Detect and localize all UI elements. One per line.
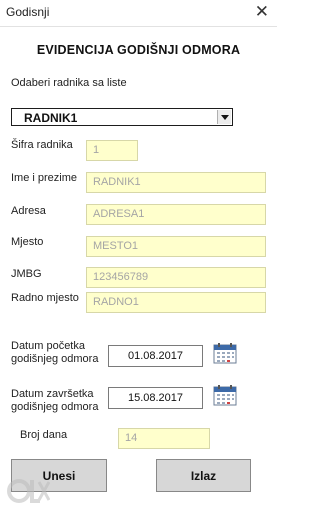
start-date-label-line1: Datum početka: [11, 340, 85, 352]
jmbg-label: JMBG: [11, 268, 42, 280]
ime-label: Ime i prezime: [11, 172, 78, 184]
chevron-down-icon[interactable]: [217, 110, 231, 124]
start-date-label: Datum početka godišnjeg odmora: [11, 340, 98, 366]
window-title: Godisnji: [6, 5, 50, 19]
end-date-label-line2: godišnjeg odmora: [11, 401, 99, 413]
close-icon[interactable]: ✕: [255, 2, 269, 22]
mjesto-field[interactable]: MESTO1: [86, 236, 266, 257]
days-field[interactable]: 14: [118, 428, 210, 449]
exit-button[interactable]: Izlaz: [156, 459, 251, 492]
watermark-logo: [7, 479, 50, 503]
end-date-label-line1: Datum završetka: [11, 388, 94, 400]
mjesto-label: Mjesto: [11, 236, 44, 248]
sifra-field[interactable]: 1: [86, 140, 138, 161]
start-date-input[interactable]: 01.08.2017: [108, 345, 203, 367]
jmbg-field[interactable]: 123456789: [86, 267, 266, 288]
ime-field[interactable]: RADNIK1: [86, 172, 266, 193]
radno-mjesto-label: Radno mjesto: [11, 292, 79, 304]
calendar-icon[interactable]: [213, 384, 237, 406]
days-label: Broj dana: [20, 429, 68, 441]
radno-mjesto-field[interactable]: RADNO1: [86, 292, 266, 313]
title-bar: Godisnji ✕: [0, 0, 277, 27]
form-heading: EVIDENCIJA GODIŠNJI ODMORA: [36, 43, 241, 57]
end-date-input[interactable]: 15.08.2017: [108, 387, 203, 409]
employee-select-value: RADNIK1: [24, 111, 78, 125]
select-prompt-label: Odaberi radnika sa liste: [11, 77, 127, 89]
employee-select[interactable]: RADNIK1: [11, 108, 233, 126]
sifra-label: Šifra radnika: [11, 139, 73, 151]
calendar-icon[interactable]: [213, 342, 237, 364]
end-date-label: Datum završetka godišnjeg odmora: [11, 388, 98, 414]
adresa-field[interactable]: ADRESA1: [86, 204, 266, 225]
start-date-label-line2: godišnjeg odmora: [11, 353, 99, 365]
adresa-label: Adresa: [11, 205, 46, 217]
